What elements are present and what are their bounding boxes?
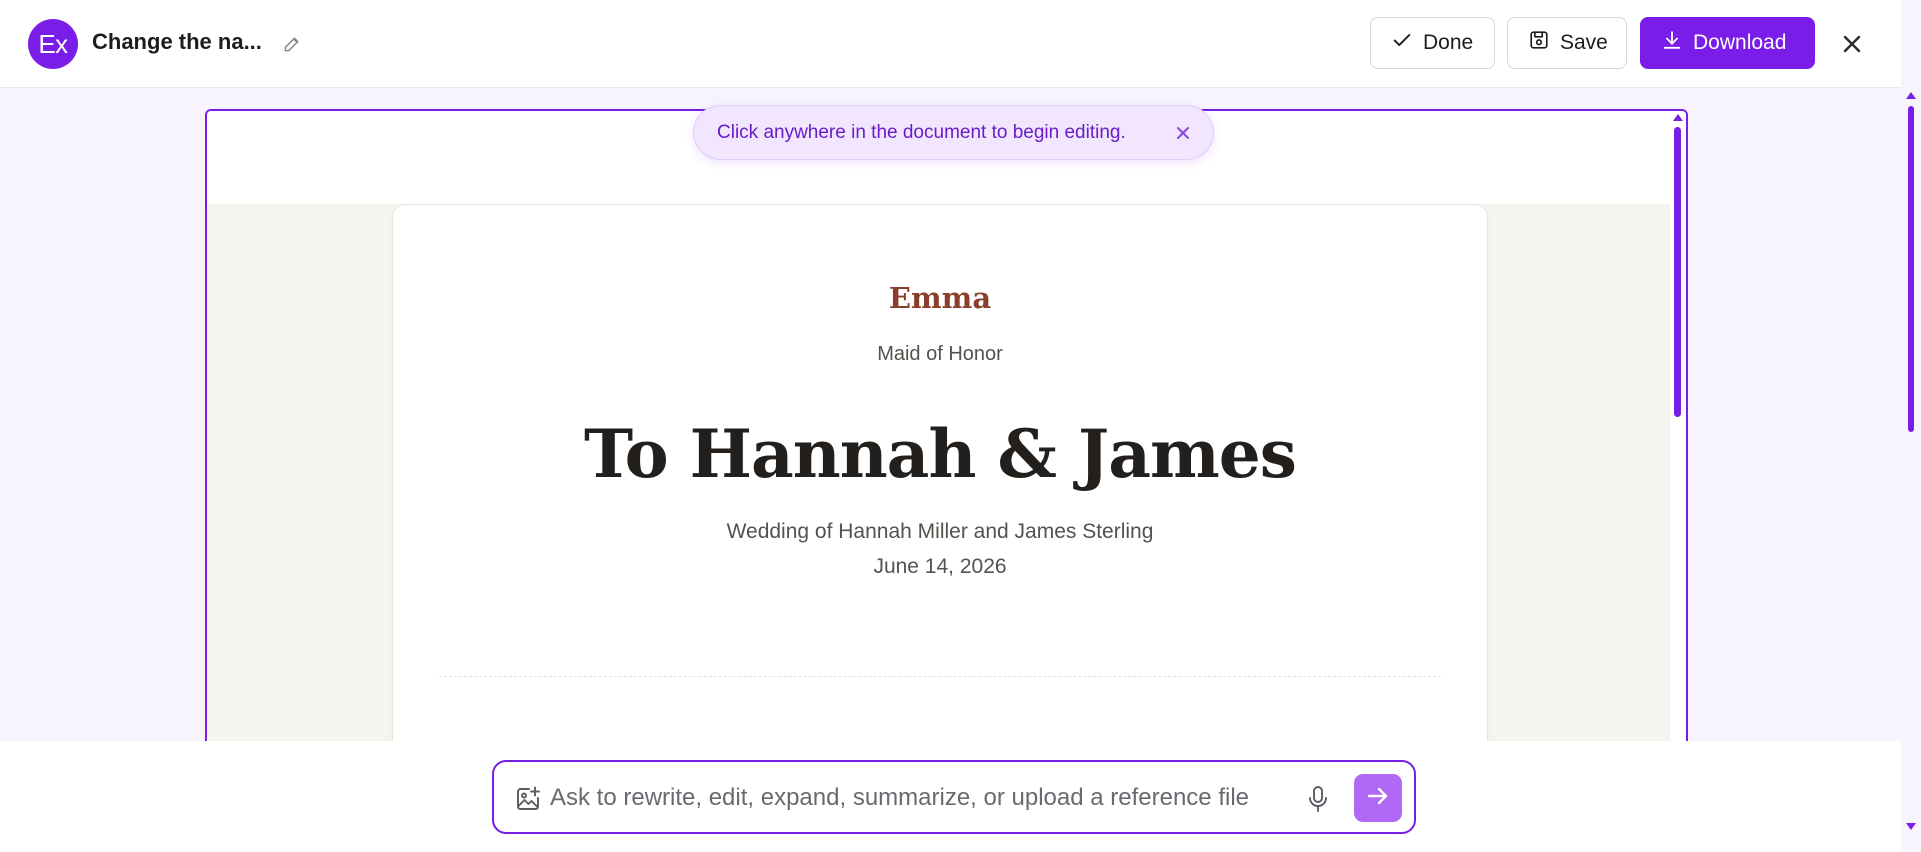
editor-scroll-up-arrow-icon[interactable] [1673, 114, 1683, 121]
send-button[interactable] [1354, 774, 1402, 822]
microphone-icon[interactable] [1304, 784, 1332, 814]
scroll-down-arrow-icon[interactable] [1906, 823, 1916, 830]
image-add-icon[interactable] [514, 785, 542, 813]
document-headline[interactable]: To Hannah & James [393, 415, 1487, 493]
pencil-icon[interactable] [280, 32, 304, 56]
editor-scrollbar-thumb[interactable] [1674, 127, 1681, 417]
page-scrollbar[interactable] [1901, 88, 1921, 852]
close-icon[interactable] [1838, 30, 1866, 58]
editor-scrollbar[interactable] [1670, 111, 1686, 807]
done-label: Done [1423, 31, 1474, 54]
document-date[interactable]: June 14, 2026 [393, 555, 1487, 579]
download-button[interactable]: Download [1640, 17, 1815, 69]
prompt-input[interactable] [550, 778, 1290, 818]
document-editor-frame[interactable]: Emma Maid of Honor To Hannah & James Wed… [205, 109, 1688, 809]
avatar[interactable]: Ex [28, 19, 78, 69]
download-label: Download [1693, 31, 1787, 54]
document-title[interactable]: Change the na... [92, 29, 262, 55]
document-page[interactable]: Emma Maid of Honor To Hannah & James Wed… [392, 204, 1488, 807]
check-icon [1391, 29, 1413, 57]
document-author[interactable]: Emma [393, 281, 1487, 315]
document-subtitle[interactable]: Wedding of Hannah Miller and James Sterl… [393, 520, 1487, 544]
save-label: Save [1560, 31, 1608, 54]
section-divider [439, 676, 1441, 677]
floppy-disk-icon [1528, 29, 1550, 57]
download-icon [1661, 29, 1683, 57]
ai-prompt-bar [492, 760, 1416, 834]
arrow-right-icon [1365, 783, 1391, 814]
top-bar: Ex Change the na... Done Save Download [0, 0, 1901, 88]
editing-hint-toast: Click anywhere in the document to begin … [693, 105, 1214, 160]
toast-message: Click anywhere in the document to begin … [717, 121, 1126, 143]
close-icon[interactable] [1173, 123, 1193, 143]
scroll-up-arrow-icon[interactable] [1906, 92, 1916, 99]
document-role[interactable]: Maid of Honor [393, 343, 1487, 366]
save-button[interactable]: Save [1507, 17, 1627, 69]
scrollbar-thumb[interactable] [1908, 106, 1914, 432]
done-button[interactable]: Done [1370, 17, 1495, 69]
